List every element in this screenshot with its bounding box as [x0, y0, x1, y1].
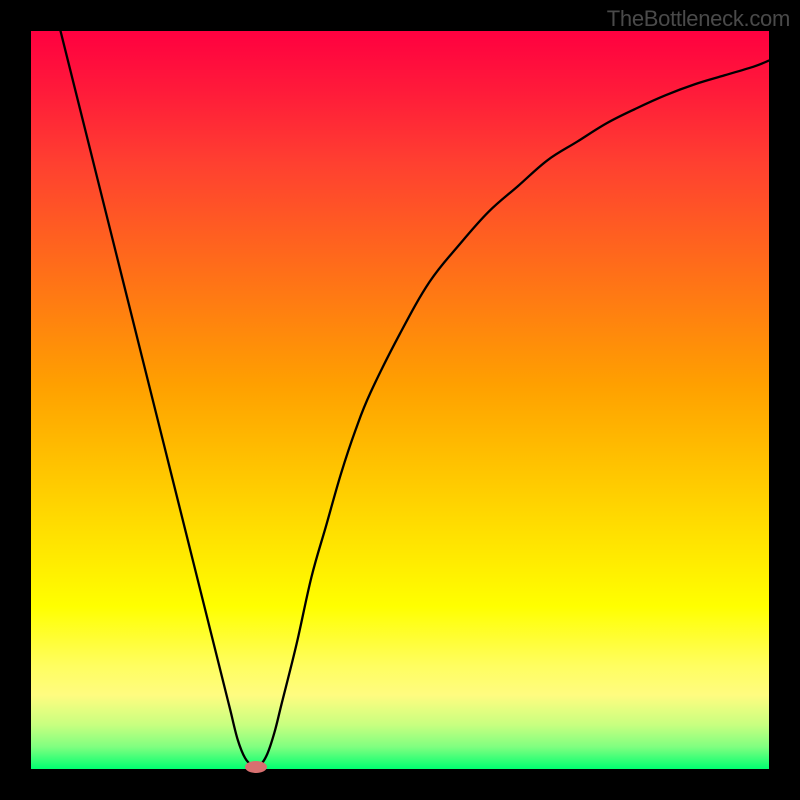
outer-frame: TheBottleneck.com [0, 0, 800, 800]
watermark-text: TheBottleneck.com [607, 6, 790, 32]
bottleneck-curve [31, 31, 769, 769]
optimal-point-marker [245, 761, 267, 773]
